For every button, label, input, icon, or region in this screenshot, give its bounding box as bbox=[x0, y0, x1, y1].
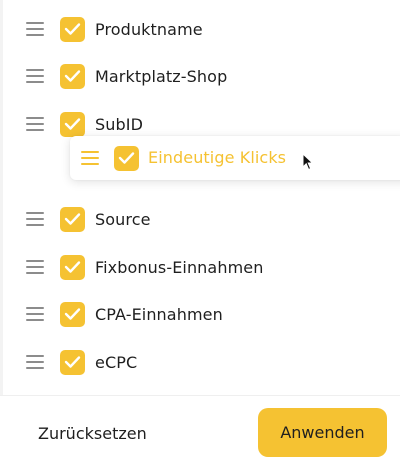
column-label: eCPC bbox=[95, 353, 138, 372]
column-label: CPA-Einnahmen bbox=[95, 305, 223, 324]
column-label: Marktplatz-Shop bbox=[95, 67, 228, 86]
drag-handle-icon[interactable] bbox=[26, 212, 44, 226]
checkbox[interactable] bbox=[60, 302, 85, 327]
checkmark-icon bbox=[118, 152, 135, 164]
column-label: SubID bbox=[95, 115, 143, 134]
drag-handle-icon[interactable] bbox=[26, 22, 44, 36]
checkbox[interactable] bbox=[60, 112, 85, 137]
checkbox[interactable] bbox=[60, 207, 85, 232]
list-item[interactable]: Marktplatz-Shop bbox=[0, 62, 400, 92]
checkmark-icon bbox=[64, 308, 81, 320]
apply-button[interactable]: Anwenden bbox=[258, 408, 387, 457]
column-label: Fixbonus-Einnahmen bbox=[95, 258, 264, 277]
list-item[interactable]: Produktname bbox=[0, 15, 400, 45]
column-label: Source bbox=[95, 210, 151, 229]
dragging-list-item[interactable]: Eindeutige Klicks bbox=[70, 136, 400, 180]
checkmark-icon bbox=[64, 118, 81, 130]
checkmark-icon bbox=[64, 261, 81, 273]
drag-handle-icon[interactable] bbox=[26, 355, 44, 369]
list-item[interactable]: eCPC bbox=[0, 348, 400, 378]
drag-handle-icon[interactable] bbox=[26, 117, 44, 131]
drag-handle-icon[interactable] bbox=[26, 260, 44, 274]
checkbox[interactable] bbox=[60, 64, 85, 89]
reset-button[interactable]: Zurücksetzen bbox=[30, 415, 158, 451]
list-item[interactable]: Fixbonus-Einnahmen bbox=[0, 253, 400, 283]
drag-handle-icon[interactable] bbox=[81, 151, 99, 165]
checkbox[interactable] bbox=[60, 255, 85, 280]
checkmark-icon bbox=[64, 23, 81, 35]
dragging-item-label: Eindeutige Klicks bbox=[148, 148, 287, 167]
panel-edge bbox=[0, 0, 3, 395]
list-item[interactable]: CPA-Einnahmen bbox=[0, 300, 400, 330]
checkmark-icon bbox=[64, 70, 81, 82]
checkbox[interactable] bbox=[114, 146, 139, 171]
checkbox[interactable] bbox=[60, 17, 85, 42]
mouse-pointer-icon bbox=[302, 153, 314, 171]
list-item[interactable]: Source bbox=[0, 205, 400, 235]
drag-handle-icon[interactable] bbox=[26, 69, 44, 83]
checkmark-icon bbox=[64, 356, 81, 368]
checkmark-icon bbox=[64, 213, 81, 225]
footer-divider bbox=[0, 395, 400, 396]
column-selector-panel: Produktname Marktplatz-Shop SubID Eindeu… bbox=[0, 0, 400, 467]
column-label: Produktname bbox=[95, 20, 203, 39]
drag-handle-icon[interactable] bbox=[26, 307, 44, 321]
checkbox[interactable] bbox=[60, 350, 85, 375]
